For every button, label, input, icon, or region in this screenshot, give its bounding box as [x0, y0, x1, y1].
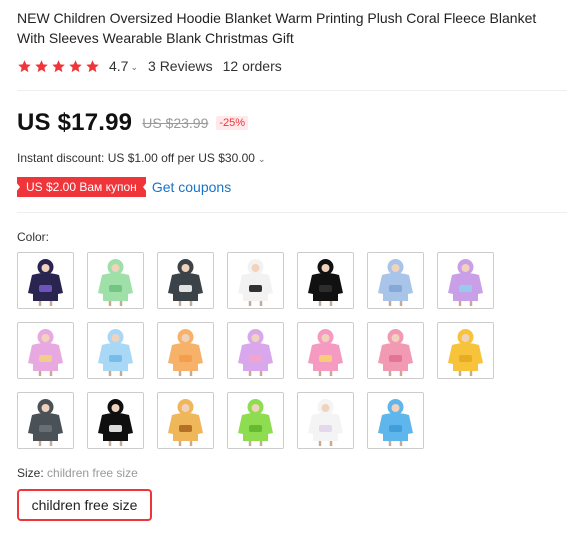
color-swatch-black-panda[interactable] — [87, 392, 144, 449]
hoodie-thumbnail — [368, 323, 423, 378]
color-swatch-dark-grey-face[interactable] — [157, 252, 214, 309]
coupon-tag: US $2.00 Вам купон — [16, 177, 147, 197]
star-icon — [35, 59, 48, 72]
color-swatch-yellow-bear[interactable] — [437, 322, 494, 379]
color-swatch-giraffe[interactable] — [157, 392, 214, 449]
current-price: US $17.99 — [17, 109, 133, 136]
chevron-down-icon[interactable]: ⌄ — [130, 62, 138, 73]
reviews-link[interactable]: 3 Reviews — [148, 58, 213, 74]
color-swatch-black-galaxy[interactable] — [17, 252, 74, 309]
get-coupons-link[interactable]: Get coupons — [152, 179, 231, 195]
chevron-down-icon: ⌄ — [257, 153, 266, 164]
rating-row: 4.7 ⌄ 3 Reviews 12 orders — [17, 57, 282, 75]
rating-value[interactable]: 4.7 — [109, 58, 128, 74]
star-icon — [69, 59, 82, 72]
color-swatch-green-cactus[interactable] — [87, 252, 144, 309]
hoodie-thumbnail — [18, 393, 73, 448]
size-label-row: Size: children free size — [17, 466, 138, 480]
hoodie-thumbnail — [18, 323, 73, 378]
hoodie-thumbnail — [88, 393, 143, 448]
color-swatch-rainbow-stripe[interactable] — [297, 322, 354, 379]
color-label: Color: — [17, 230, 50, 244]
hoodie-thumbnail — [88, 323, 143, 378]
hoodie-thumbnail — [368, 253, 423, 308]
color-swatch-green-frog[interactable] — [227, 392, 284, 449]
hoodie-thumbnail — [158, 323, 213, 378]
hoodie-thumbnail — [228, 253, 283, 308]
hoodie-thumbnail — [298, 323, 353, 378]
color-swatch-black-plain[interactable] — [297, 252, 354, 309]
size-option-button[interactable]: children free size — [17, 489, 152, 521]
color-swatch-pink[interactable] — [367, 322, 424, 379]
size-label: Size: — [17, 466, 44, 480]
hoodie-thumbnail — [228, 393, 283, 448]
color-swatch-tie-dye-purple[interactable] — [437, 252, 494, 309]
star-rating — [17, 59, 100, 74]
color-swatch-white-unicorn[interactable] — [297, 392, 354, 449]
hoodie-thumbnail — [88, 253, 143, 308]
divider — [17, 212, 567, 213]
star-icon — [86, 59, 99, 72]
hoodie-thumbnail — [228, 323, 283, 378]
color-swatch-unicorn-lilac[interactable] — [227, 322, 284, 379]
hoodie-thumbnail — [18, 253, 73, 308]
color-swatch-cow-print[interactable] — [227, 252, 284, 309]
color-swatch-dark-grey-dino[interactable] — [17, 392, 74, 449]
coupon-row: US $2.00 Вам купон Get coupons — [16, 177, 231, 197]
price-row: US $17.99 US $23.99 -25% — [17, 108, 249, 138]
star-icon — [18, 59, 31, 72]
instant-discount-text: Instant discount: US $1.00 off per US $3… — [17, 151, 255, 165]
color-swatch-light-blue-print[interactable] — [367, 252, 424, 309]
star-icon — [52, 59, 65, 72]
color-swatch-tie-dye-rainbow[interactable] — [17, 322, 74, 379]
hoodie-thumbnail — [158, 253, 213, 308]
size-selected-value: children free size — [47, 466, 138, 480]
hoodie-thumbnail — [158, 393, 213, 448]
orders-count: 12 orders — [222, 58, 282, 74]
hoodie-thumbnail — [298, 393, 353, 448]
color-swatch-peach-orange[interactable] — [157, 322, 214, 379]
instant-discount[interactable]: Instant discount: US $1.00 off per US $3… — [17, 151, 265, 165]
original-price: US $23.99 — [142, 115, 209, 131]
hoodie-thumbnail — [298, 253, 353, 308]
color-swatch-light-blue-plain[interactable] — [367, 392, 424, 449]
color-swatch-sky-blue[interactable] — [87, 322, 144, 379]
hoodie-thumbnail — [438, 253, 493, 308]
hoodie-thumbnail — [368, 393, 423, 448]
hoodie-thumbnail — [438, 323, 493, 378]
product-title: NEW Children Oversized Hoodie Blanket Wa… — [17, 10, 537, 46]
discount-badge: -25% — [216, 116, 249, 130]
divider — [17, 90, 567, 91]
